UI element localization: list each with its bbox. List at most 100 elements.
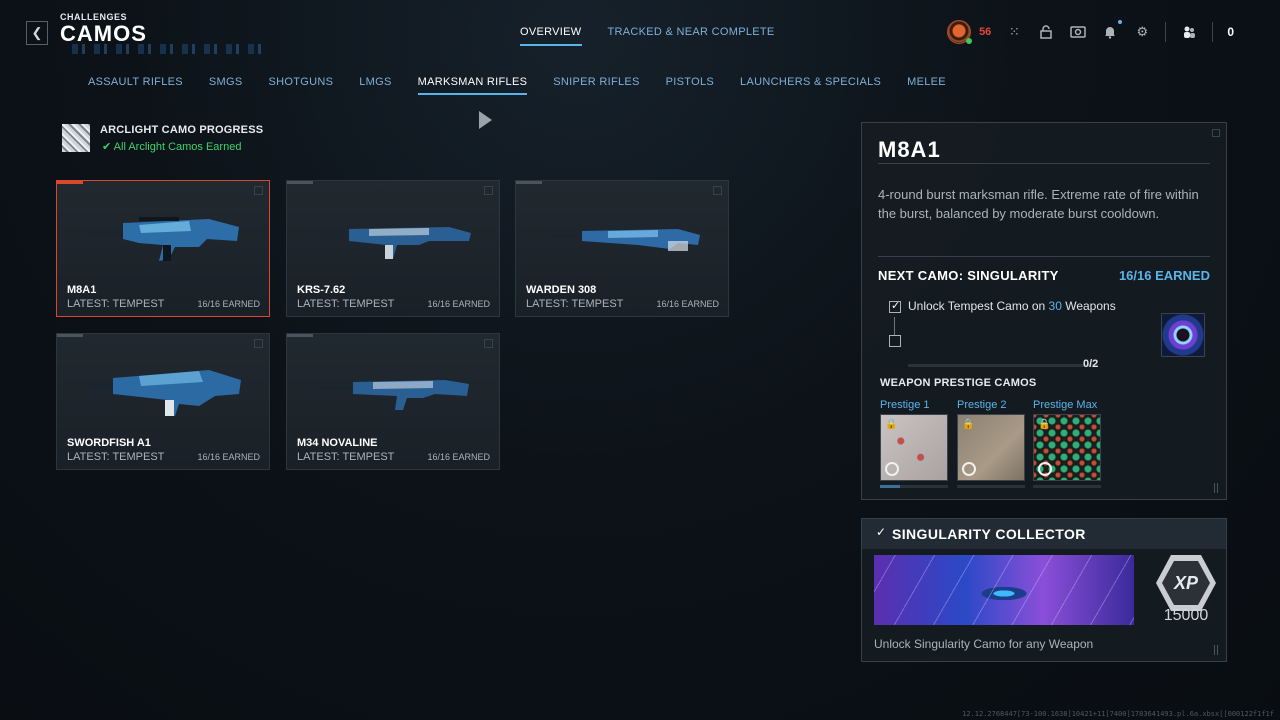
player-avatar[interactable] [947, 20, 973, 44]
card-corner-mark [484, 339, 493, 348]
prestige-camo-swatch: 🔒 [1033, 414, 1101, 481]
title-decoration [72, 44, 262, 54]
tab-overview[interactable]: OVERVIEW [520, 26, 582, 46]
grid-icon[interactable]: ⁙ [1005, 23, 1023, 41]
hud-bar: 56 ⁙ ⚙ 0 [947, 18, 1234, 46]
prestige-emblem-icon [885, 462, 899, 476]
reward-description: Unlock Singularity Camo for any Weapon [874, 637, 1094, 651]
calling-card-image[interactable] [874, 555, 1134, 625]
card-corner-mark [484, 186, 493, 195]
task-count: 30 [1048, 299, 1062, 313]
lock-icon: 🔒 [885, 419, 898, 430]
prestige-progress-fill [880, 485, 901, 488]
prestige-camo-1[interactable]: Prestige 1 🔒 [880, 399, 950, 488]
arclight-progress-title: ARCLIGHT CAMO PROGRESS [100, 124, 264, 136]
weapon-card-m34-novaline[interactable]: M34 NOVALINE LATEST: TEMPEST 16/16 EARNE… [286, 333, 500, 470]
prestige-camo-2[interactable]: Prestige 2 🔒 [957, 399, 1027, 488]
online-indicator [966, 38, 973, 44]
notification-dot [1118, 20, 1123, 24]
tab-marksman-rifles[interactable]: MARKSMAN RIFLES [417, 76, 528, 95]
arclight-status: ✔ All Arclight Camos Earned [102, 141, 242, 153]
panel-grip-icon [1214, 645, 1218, 655]
weapon-card-swordfish-a1[interactable]: SWORDFISH A1 LATEST: TEMPEST 16/16 EARNE… [56, 333, 270, 470]
weapon-latest-camo: LATEST: TEMPEST [67, 451, 165, 463]
rifle-image [315, 380, 469, 410]
tab-melee[interactable]: MELEE [907, 76, 946, 95]
prestige-camo-swatch: 🔒 [957, 414, 1025, 481]
card-accent [287, 334, 313, 337]
weapon-latest-camo: LATEST: TEMPEST [297, 451, 395, 463]
card-corner-mark [254, 339, 263, 348]
top-tabs: OVERVIEW TRACKED & NEAR COMPLETE [520, 26, 775, 46]
rifle-image [315, 227, 471, 259]
prestige-camo-max[interactable]: Prestige Max 🔒 [1033, 399, 1103, 488]
tab-smgs[interactable]: SMGS [209, 76, 243, 95]
prestige-emblem-icon [1038, 462, 1052, 476]
weapon-name: WARDEN 308 [526, 284, 597, 296]
tab-sniper-rifles[interactable]: SNIPER RIFLES [553, 76, 639, 95]
category-tabs: ASSAULT RIFLES SMGS SHOTGUNS LMGS MARKSM… [88, 76, 946, 95]
xp-amount: 15000 [1163, 607, 1209, 624]
divider [878, 163, 1210, 164]
weapon-latest-camo: LATEST: TEMPEST [67, 298, 165, 310]
prestige-label: Prestige Max [1033, 399, 1098, 411]
task-suffix: Weapons [1061, 299, 1116, 313]
xp-badge-label: XP [1162, 561, 1210, 605]
tab-launchers-specials[interactable]: LAUNCHERS & SPECIALS [740, 76, 881, 95]
back-button[interactable]: ❮ [26, 21, 48, 45]
task-prefix: Unlock Tempest Camo on [908, 299, 1049, 313]
weapon-earned-count: 16/16 EARNED [656, 299, 719, 309]
card-corner-mark [254, 186, 263, 195]
lock-icon[interactable] [1037, 23, 1055, 41]
weapon-card-m8a1[interactable]: M8A1 LATEST: TEMPEST 16/16 EARNED [56, 180, 270, 317]
weapon-name: SWORDFISH A1 [67, 437, 151, 449]
weapon-name: M8A1 [67, 284, 97, 296]
weapon-detail-panel: M8A1 4-round burst marksman rifle. Extre… [861, 122, 1227, 500]
prestige-progress-bar [880, 485, 948, 488]
chevron-left-icon: ❮ [31, 25, 43, 40]
card-accent [57, 181, 83, 184]
lock-icon: 🔒 [1038, 419, 1051, 430]
mouse-cursor [479, 111, 492, 129]
divider [878, 256, 1210, 257]
bell-icon[interactable] [1101, 20, 1123, 41]
weapon-latest-camo: LATEST: TEMPEST [297, 298, 395, 310]
hud-divider [1165, 22, 1167, 42]
panel-grip-icon [1214, 483, 1218, 493]
store-icon[interactable] [1069, 23, 1087, 41]
prestige-camos-title: WEAPON PRESTIGE CAMOS [880, 377, 1037, 389]
weapon-earned-count: 16/16 EARNED [427, 299, 490, 309]
card-accent [287, 181, 313, 184]
build-version-string: 12.12.2768447[73-100.1638]10421+11[7400]… [962, 710, 1274, 718]
tab-lmgs[interactable]: LMGS [359, 76, 391, 95]
prestige-label: Prestige 1 [880, 399, 930, 411]
tab-pistols[interactable]: PISTOLS [666, 76, 714, 95]
detail-weapon-name: M8A1 [878, 137, 941, 162]
friends-icon[interactable] [1180, 23, 1198, 41]
card-accent [516, 181, 542, 184]
xp-badge-icon: XP [1156, 555, 1216, 611]
card-corner-mark [713, 186, 722, 195]
task-checkbox-complete [889, 299, 901, 313]
tab-shotguns[interactable]: SHOTGUNS [268, 76, 333, 95]
friends-count: 0 [1227, 25, 1234, 39]
weapon-latest-camo: LATEST: TEMPEST [526, 298, 624, 310]
checkbox-connector [894, 317, 895, 335]
tab-tracked[interactable]: TRACKED & NEAR COMPLETE [608, 26, 775, 46]
prestige-progress-bar [957, 485, 1025, 488]
rifle-image [87, 370, 241, 416]
singularity-camo-thumbnail[interactable] [1161, 313, 1205, 357]
rifle-image [89, 217, 239, 261]
detail-description: 4-round burst marksman rifle. Extreme ra… [878, 187, 1199, 221]
challenge-progress-label: 0/2 [1083, 358, 1099, 370]
tab-assault-rifles[interactable]: ASSAULT RIFLES [88, 76, 183, 95]
lock-icon: 🔒 [962, 419, 975, 430]
prestige-label: Prestige 2 [957, 399, 1007, 411]
rifle-image [546, 229, 700, 251]
weapon-name: KRS-7.62 [297, 284, 346, 296]
reward-header: ✓ SINGULARITY COLLECTOR [862, 519, 1226, 549]
weapon-card-warden-308[interactable]: WARDEN 308 LATEST: TEMPEST 16/16 EARNED [515, 180, 729, 317]
weapon-card-krs-762[interactable]: KRS-7.62 LATEST: TEMPEST 16/16 EARNED [286, 180, 500, 317]
gear-icon[interactable]: ⚙ [1133, 23, 1151, 41]
challenge-task: Unlock Tempest Camo on 30 Weapons [908, 299, 1116, 313]
